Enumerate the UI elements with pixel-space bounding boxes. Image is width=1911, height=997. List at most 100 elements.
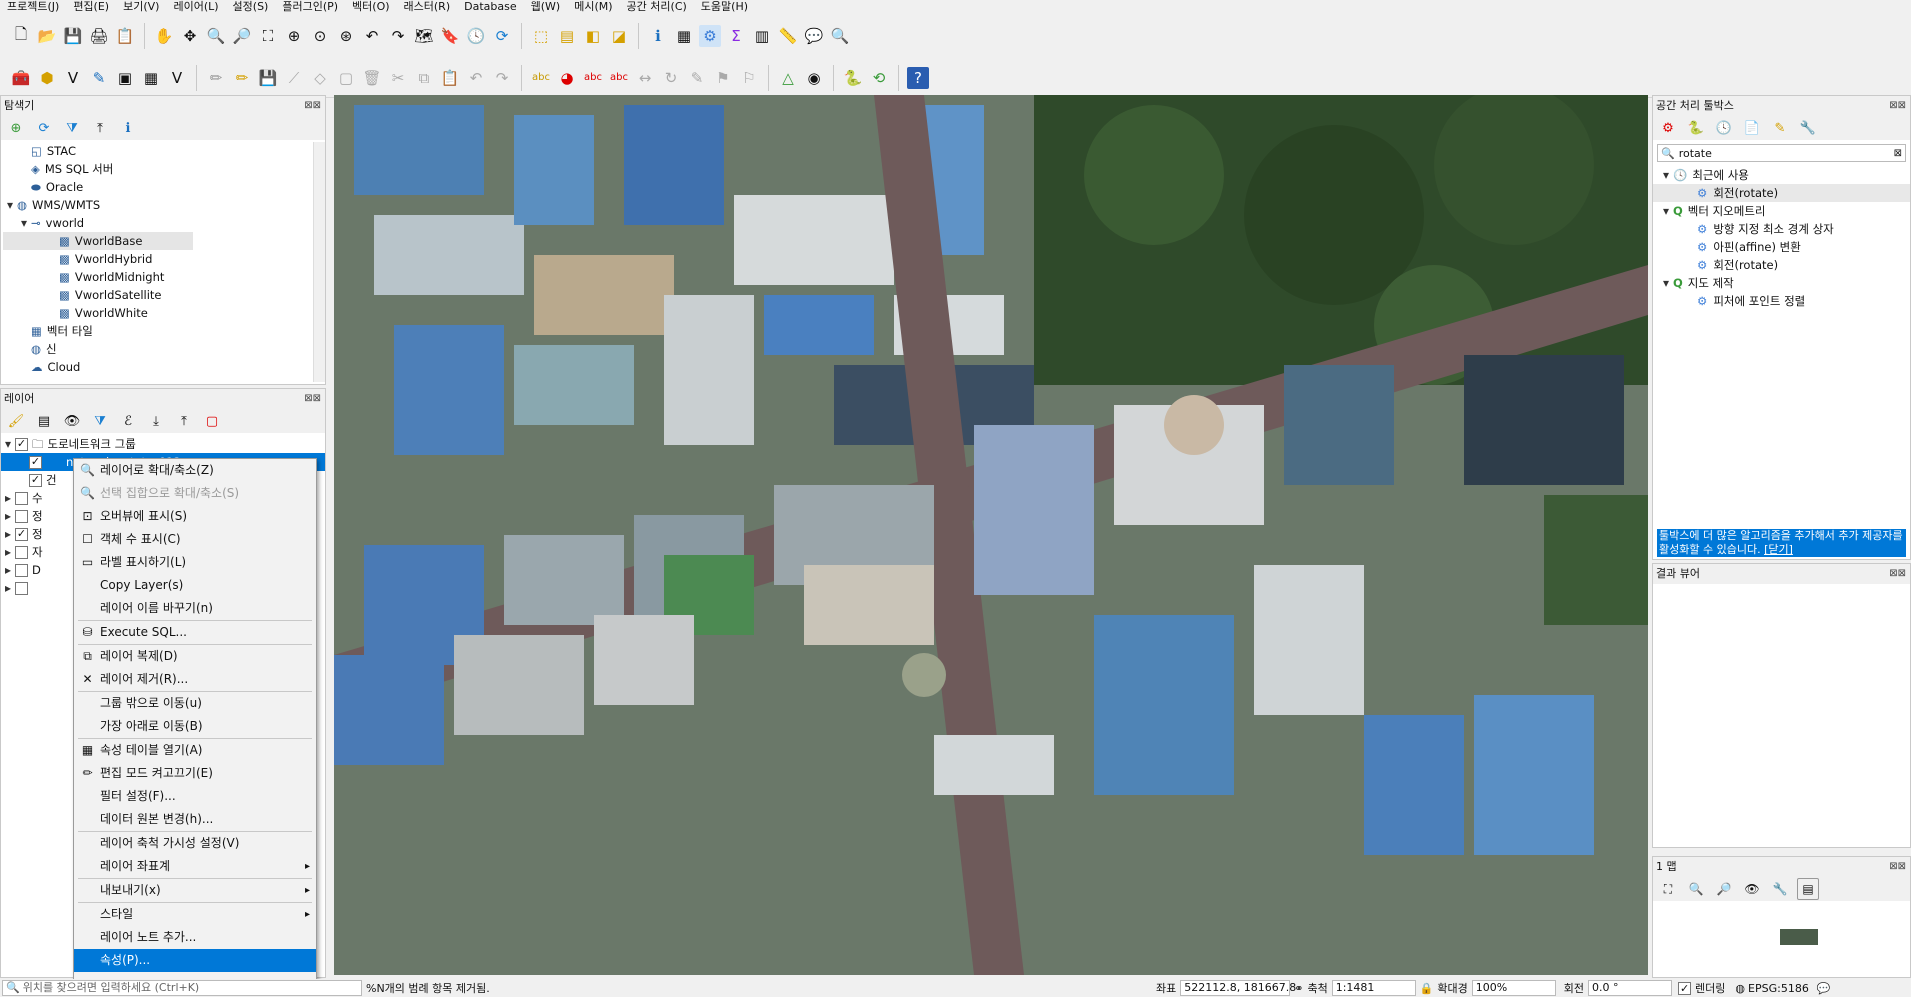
toggle-editing-icon[interactable]: ✏ (231, 67, 253, 89)
vector-grid-icon[interactable]: V (166, 67, 188, 89)
context-menu-item[interactable]: 그룹 밖으로 이동(u) (74, 692, 316, 715)
layer-checkbox[interactable] (15, 491, 28, 505)
print-layout-icon[interactable]: 🖨 (88, 25, 110, 47)
zoom-native-icon[interactable]: ⊛ (335, 25, 357, 47)
menu-item[interactable]: 설정(S) (226, 0, 276, 14)
layer-checkbox[interactable]: ✓ (15, 527, 28, 541)
edit-features-icon[interactable]: ✎ (1769, 117, 1791, 139)
browser-item[interactable]: ◍ 신 (3, 340, 325, 358)
expand-toggle[interactable]: ▸ (1, 561, 15, 579)
map-tips-icon[interactable]: 🔍 (829, 25, 851, 47)
sync-icon[interactable]: ▤ (1797, 878, 1819, 900)
context-menu-item[interactable]: ⛁ Execute SQL... (74, 621, 316, 644)
processing-group[interactable]: ▾ Q 벡터 지오메트리 (1653, 202, 1910, 220)
context-menu-item[interactable]: ✏ 편집 모드 켜고끄기(E) (74, 762, 316, 785)
expand-toggle[interactable]: ▾ (17, 214, 31, 232)
panel-close-icon[interactable]: ⊠⊠ (304, 96, 325, 116)
bookmark-icon[interactable]: 🔖 (439, 25, 461, 47)
pencil-icon[interactable]: ✏ (205, 67, 227, 89)
layer-group-row[interactable]: ▾ ✓ 🗀 도로네트워크 그룹 (1, 435, 325, 453)
context-menu-item[interactable]: 내보내기(x) ▸ (74, 879, 316, 902)
results-icon[interactable]: 📄 (1741, 117, 1763, 139)
save-edits-icon[interactable]: 💾 (257, 67, 279, 89)
expand-toggle[interactable]: ▸ (1, 543, 15, 561)
open-project-icon[interactable]: 📂 (36, 25, 58, 47)
browser-item[interactable]: ▩ VworldSatellite (3, 286, 325, 304)
select-attributes-icon[interactable]: ▤ (556, 25, 578, 47)
visibility-icon[interactable]: 👁 (1741, 878, 1763, 900)
attribute-table-icon[interactable]: ▦ (673, 25, 695, 47)
options-icon[interactable]: 🔧 (1797, 117, 1819, 139)
info-icon[interactable]: ℹ (117, 117, 139, 139)
menu-item[interactable]: 편집(E) (66, 0, 116, 14)
browser-item[interactable]: ▾ ◍ WMS/WMTS (3, 196, 325, 214)
menu-item[interactable]: 벡터(O) (345, 0, 396, 14)
browser-item[interactable]: ▦ 벡터 타일 (3, 322, 325, 340)
models-icon[interactable]: ⚙ (1657, 117, 1679, 139)
new-map-view-icon[interactable]: 🗺 (413, 25, 435, 47)
menu-item[interactable]: 공간 처리(C) (620, 0, 694, 14)
context-menu-item[interactable]: 레이어 축척 가시성 설정(V) (74, 832, 316, 855)
visibility-icon[interactable]: 👁 (61, 410, 83, 432)
layer-checkbox[interactable]: ✓ (29, 473, 42, 487)
browser-item[interactable]: ▩ VworldBase (3, 232, 193, 250)
panel-close-icon[interactable]: ⊠⊠ (304, 389, 325, 409)
show-hide-label-icon[interactable]: abc (608, 67, 630, 89)
context-menu-item[interactable]: Copy Layer(s) (74, 574, 316, 597)
context-menu-item[interactable]: 레이어 좌표계 ▸ (74, 855, 316, 878)
add-selected-icon[interactable]: ⊕ (5, 117, 27, 139)
menu-item[interactable]: 프로젝트(J) (0, 0, 66, 14)
context-menu-item[interactable]: 필터 설정(F)... (74, 785, 316, 808)
zoom-in-icon[interactable]: 🔍 (1685, 878, 1707, 900)
layer-checkbox[interactable]: ✓ (29, 455, 42, 469)
new-geopackage-icon[interactable]: ⬢ (36, 67, 58, 89)
filter-expression-icon[interactable]: ℰ (117, 410, 139, 432)
coord-toggle-icon[interactable]: ⚭ (1294, 982, 1303, 995)
zoom-out-icon[interactable]: 🔎 (231, 25, 253, 47)
expand-toggle[interactable]: ▾ (1659, 274, 1673, 292)
menu-item[interactable]: 레이어(L) (166, 0, 225, 14)
context-menu-item[interactable]: 🔍 레이어로 확대/축소(Z) (74, 459, 316, 482)
move-label-icon[interactable]: ↔ (634, 67, 656, 89)
vertex-tool-icon[interactable]: ◇ (309, 67, 331, 89)
expand-toggle[interactable]: ▸ (1, 579, 15, 597)
layer-checkbox[interactable] (15, 545, 28, 559)
layer-checkbox[interactable] (15, 581, 28, 595)
context-menu-item[interactable]: 레이어 이름 바꾸기(n) (74, 597, 316, 620)
redo-icon[interactable]: ↷ (491, 67, 513, 89)
menu-item[interactable]: 래스터(R) (397, 0, 458, 14)
label-tool-icon[interactable]: abc (530, 67, 552, 89)
context-menu-item[interactable]: ⊡ 오버뷰에 표시(S) (74, 505, 316, 528)
context-menu-item[interactable]: ☐ 객체 수 표시(C) (74, 528, 316, 551)
settings-icon[interactable]: 🔧 (1769, 878, 1791, 900)
rotation-field[interactable]: 0.0 ° (1588, 980, 1673, 996)
annotation-icon[interactable]: 💬 (803, 25, 825, 47)
messages-icon[interactable]: 💬 (1817, 982, 1831, 995)
context-menu-item[interactable]: ⧉ 레이어 복제(D) (74, 645, 316, 668)
menu-item[interactable]: 보기(V) (116, 0, 166, 14)
change-label-icon[interactable]: ✎ (686, 67, 708, 89)
browser-scrollbar[interactable] (313, 142, 325, 382)
zoom-in-icon[interactable]: 🔍 (205, 25, 227, 47)
temporal-icon[interactable]: 🕓 (465, 25, 487, 47)
delete-selected-icon[interactable]: 🗑 (361, 67, 383, 89)
python-console-icon[interactable]: 🐍 (842, 67, 864, 89)
context-menu-item[interactable]: 속성(P)... (74, 949, 316, 972)
processing-group[interactable]: ▾ Q 지도 제작 (1653, 274, 1910, 292)
menu-item[interactable]: 도움말(H) (694, 0, 755, 14)
statistics-icon[interactable]: Σ (725, 25, 747, 47)
layer-checkbox[interactable] (15, 563, 28, 577)
zoom-out-icon[interactable]: 🔎 (1713, 878, 1735, 900)
browser-item[interactable]: ▩ VworldMidnight (3, 268, 325, 286)
expand-toggle[interactable]: ▾ (3, 196, 17, 214)
raster-grid-icon[interactable]: ▦ (140, 67, 162, 89)
close-notice-link[interactable]: [닫기] (1764, 543, 1793, 556)
panel-close-icon[interactable]: ⊠⊠ (1889, 96, 1910, 116)
menu-item[interactable]: Database (457, 0, 524, 14)
new-shapefile-icon[interactable]: V (62, 67, 84, 89)
expand-toggle[interactable]: ▾ (1659, 202, 1673, 220)
zoom-layer-icon[interactable]: ⊙ (309, 25, 331, 47)
new-project-icon[interactable]: 🗋 (10, 25, 32, 47)
render-checkbox[interactable]: ✓ (1678, 981, 1692, 995)
expand-toggle[interactable]: ▸ (1, 507, 15, 525)
